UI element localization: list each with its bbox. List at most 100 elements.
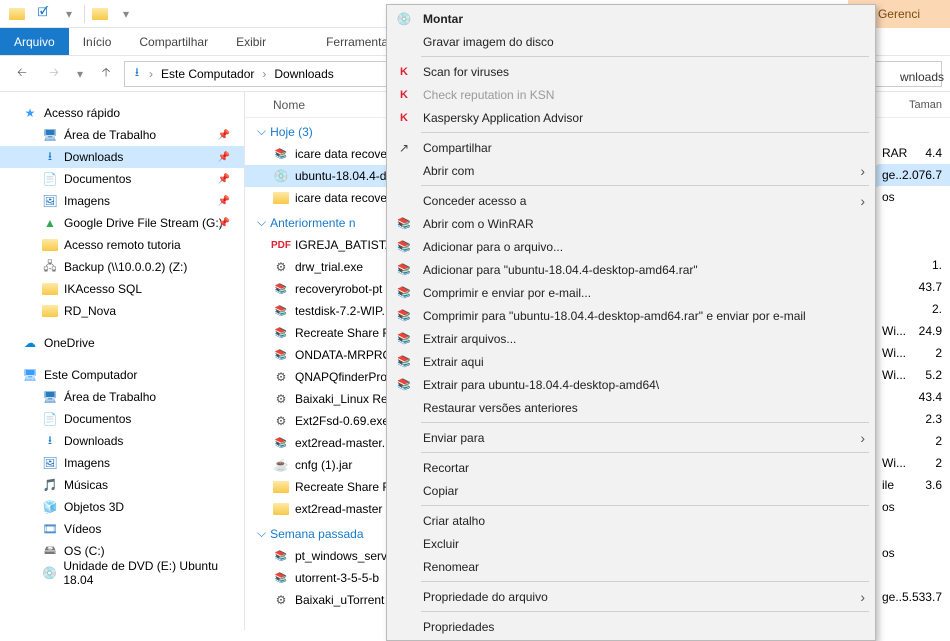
column-header-size[interactable]: Taman [878, 92, 950, 118]
file-name: QNAPQfinderPro [295, 370, 387, 384]
recent-dropdown[interactable]: ▾ [72, 60, 88, 88]
folder-open-icon[interactable] [89, 3, 111, 25]
rar-icon: 📚 [273, 435, 289, 451]
nav-item[interactable]: 🖼Imagens📌 [0, 190, 244, 212]
right-columns: Taman RAR4.4ge...2.076.7os1.43.72.Wi...2… [878, 92, 950, 608]
up-button[interactable]: 🡡 [92, 60, 120, 88]
file-name: Baixaki_uTorrent [295, 593, 384, 607]
folder-icon [273, 501, 289, 517]
menu-item[interactable]: 📚Abrir com o WinRAR [387, 212, 875, 235]
menu-item[interactable]: Conceder acesso a› [387, 189, 875, 212]
nav-item[interactable]: RD_Nova [0, 300, 244, 322]
navigation-pane[interactable]: ★ Acesso rápido 🖥Área de Trabalho📌⭳Downl… [0, 92, 245, 630]
file-name: Recreate Share Fo [295, 326, 396, 340]
nav-item[interactable]: 📄Documentos [0, 408, 244, 430]
menu-item[interactable]: Enviar para› [387, 426, 875, 449]
right-row [878, 564, 950, 586]
tab-home[interactable]: Início [69, 28, 126, 55]
menu-item[interactable]: Gravar imagem do disco [387, 30, 875, 53]
breadcrumb-current[interactable]: Downloads [270, 67, 337, 81]
right-row: 2 [878, 430, 950, 452]
chevron-right-icon[interactable]: › [262, 67, 266, 81]
nav-item[interactable]: 🖼Imagens [0, 452, 244, 474]
right-row: RAR4.4 [878, 142, 950, 164]
nav-item[interactable]: ⭳Downloads [0, 430, 244, 452]
chevron-right-icon: › [860, 193, 865, 209]
chevron-down-icon: ⌵ [257, 215, 266, 230]
file-name: Ext2Fsd-0.69.exe [295, 414, 389, 428]
chevron-right-icon[interactable]: › [149, 67, 153, 81]
menu-item-label: Abrir com [423, 164, 474, 178]
nav-item[interactable]: 🎵Músicas [0, 474, 244, 496]
back-button[interactable]: 🡠 [8, 60, 36, 88]
rar-icon: 📚 [395, 330, 413, 348]
menu-item[interactable]: 📚Extrair aqui [387, 350, 875, 373]
nav-item[interactable]: 📄Documentos📌 [0, 168, 244, 190]
nav-item[interactable]: 🖥Área de Trabalho [0, 386, 244, 408]
chevron-down-icon: ⌵ [257, 526, 266, 541]
menu-item-label: Extrair para ubuntu-18.04.4-desktop-amd6… [423, 378, 659, 392]
menu-item[interactable]: Copiar [387, 479, 875, 502]
desktop-icon: 🖥 [42, 389, 58, 405]
menu-item-label: Enviar para [423, 431, 484, 445]
nav-item[interactable]: IKAcesso SQL [0, 278, 244, 300]
nav-item[interactable]: ▲Google Drive File Stream (G:)📌 [0, 212, 244, 234]
menu-item[interactable]: 📚Extrair arquivos... [387, 327, 875, 350]
nav-item[interactable]: 🖧Backup (\\10.0.0.2) (Z:) [0, 256, 244, 278]
menu-item-label: Excluir [423, 537, 459, 551]
menu-item[interactable]: Propriedades [387, 615, 875, 638]
nav-onedrive[interactable]: ☁ OneDrive [0, 332, 244, 354]
nav-item[interactable]: 🎞Vídeos [0, 518, 244, 540]
share-icon: ↗ [395, 139, 413, 157]
menu-item[interactable]: 📚Adicionar para "ubuntu-18.04.4-desktop-… [387, 258, 875, 281]
menu-item[interactable]: ↗Compartilhar [387, 136, 875, 159]
nav-quick-access[interactable]: ★ Acesso rápido [0, 102, 244, 124]
nav-item[interactable]: 🧊Objetos 3D [0, 496, 244, 518]
menu-item[interactable]: 📚Comprimir e enviar por e-mail... [387, 281, 875, 304]
rar-icon: 📚 [273, 325, 289, 341]
documents-icon: 📄 [42, 411, 58, 427]
menu-item[interactable]: Recortar [387, 456, 875, 479]
properties-icon[interactable]: 🗹 [32, 3, 54, 25]
menu-item-label: Gravar imagem do disco [423, 35, 554, 49]
pictures-icon: 🖼 [42, 455, 58, 471]
file-name: ONDATA-MRPRO [295, 348, 392, 362]
breadcrumb-root[interactable]: Este Computador [157, 67, 258, 81]
file-name: Recreate Share Fo [295, 480, 396, 494]
tab-file[interactable]: Arquivo [0, 28, 69, 55]
nav-item[interactable]: ⭳Downloads📌 [0, 146, 244, 168]
menu-item[interactable]: KKaspersky Application Advisor [387, 106, 875, 129]
folder-icon[interactable] [6, 3, 28, 25]
nav-item-label: Backup (\\10.0.0.2) (Z:) [64, 260, 187, 274]
tab-view[interactable]: Exibir [222, 28, 280, 55]
documents-icon: 📄 [42, 171, 58, 187]
forward-button[interactable]: 🡢 [40, 60, 68, 88]
menu-item[interactable]: 📚Extrair para ubuntu-18.04.4-desktop-amd… [387, 373, 875, 396]
menu-item[interactable]: Propriedade do arquivo› [387, 585, 875, 608]
jar-icon: ☕ [273, 457, 289, 473]
qat-dropdown-icon[interactable]: ▾ [58, 3, 80, 25]
nav-item[interactable]: Acesso remoto tutoria [0, 234, 244, 256]
menu-item[interactable]: 💿Montar [387, 7, 875, 30]
music-icon: 🎵 [42, 477, 58, 493]
menu-separator [421, 581, 869, 582]
qat-overflow-icon[interactable]: ▾ [115, 3, 137, 25]
quick-access-toolbar: 🗹 ▾ ▾ [0, 3, 143, 25]
menu-item[interactable]: Restaurar versões anteriores [387, 396, 875, 419]
nav-this-pc[interactable]: 🖥 Este Computador [0, 364, 244, 386]
menu-item[interactable]: Abrir com› [387, 159, 875, 182]
k-icon: K [395, 86, 413, 104]
exe-icon: ⚙ [273, 259, 289, 275]
menu-item[interactable]: 📚Adicionar para o arquivo... [387, 235, 875, 258]
file-name: pt_windows_serv [295, 549, 387, 563]
menu-item[interactable]: Renomear [387, 555, 875, 578]
nav-item[interactable]: 💿Unidade de DVD (E:) Ubuntu 18.04 [0, 562, 244, 584]
menu-item[interactable]: Excluir [387, 532, 875, 555]
nav-item-label: IKAcesso SQL [64, 282, 142, 296]
menu-item[interactable]: Criar atalho [387, 509, 875, 532]
nav-item[interactable]: 🖥Área de Trabalho📌 [0, 124, 244, 146]
menu-item-label: Renomear [423, 560, 479, 574]
tab-share[interactable]: Compartilhar [125, 28, 222, 55]
menu-item[interactable]: 📚Comprimir para "ubuntu-18.04.4-desktop-… [387, 304, 875, 327]
menu-item[interactable]: KScan for viruses [387, 60, 875, 83]
